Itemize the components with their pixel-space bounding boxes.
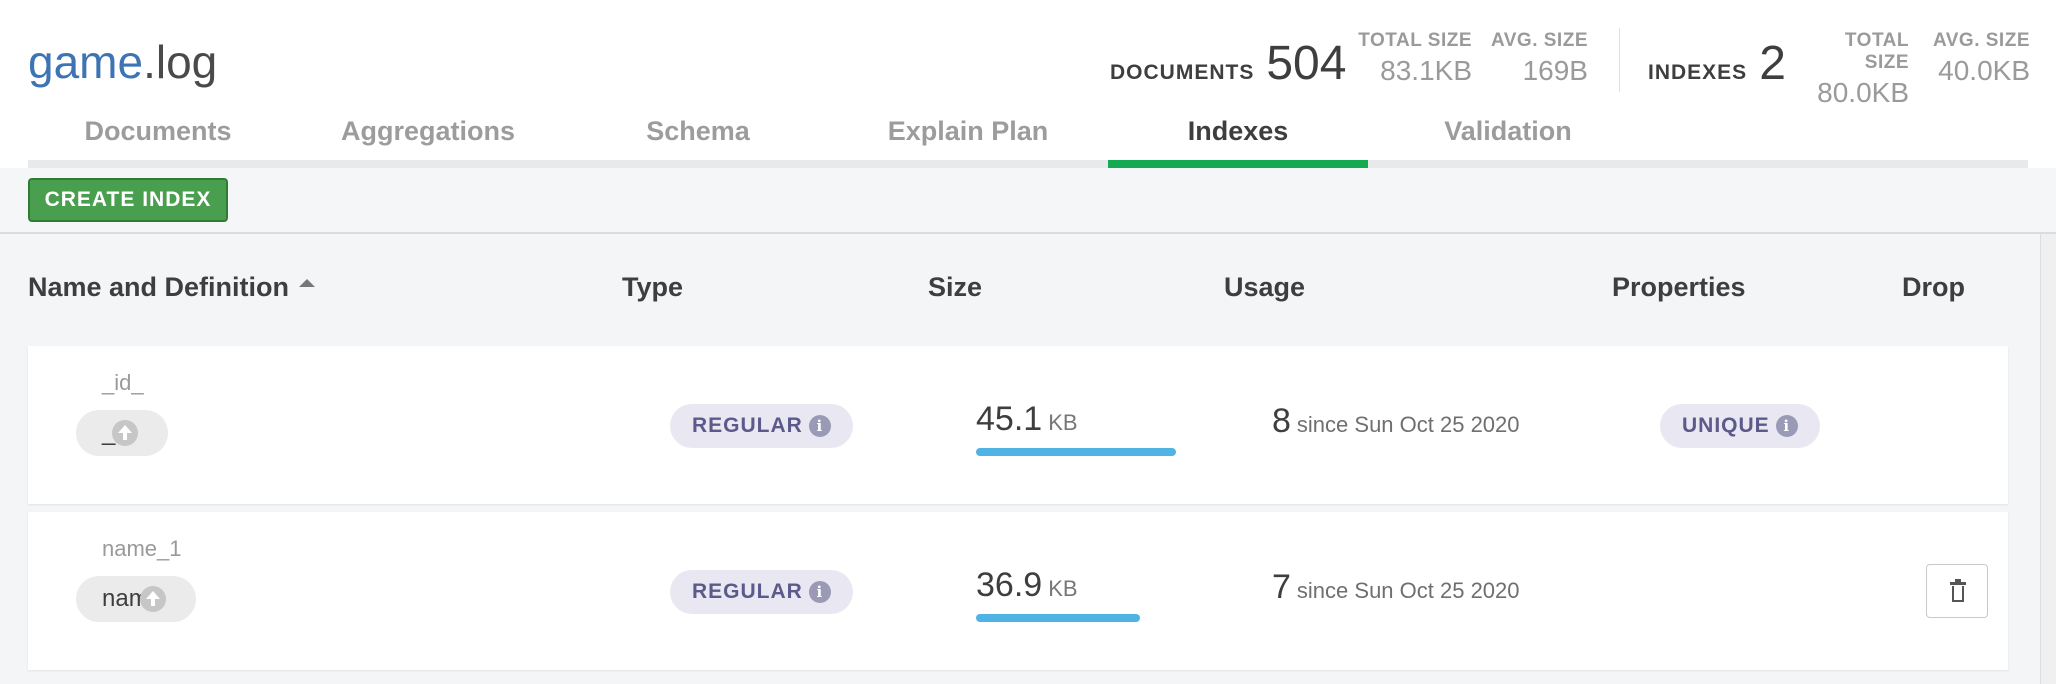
- tab-documents[interactable]: Documents: [28, 108, 288, 168]
- tab-aggregations[interactable]: Aggregations: [298, 108, 558, 168]
- index-usage-count: 8: [1272, 402, 1291, 440]
- database-name[interactable]: game: [28, 36, 143, 88]
- info-icon[interactable]: i: [808, 415, 831, 437]
- index-field-pill: name: [76, 576, 197, 622]
- index-usage-since: since Sun Oct 25 2020: [1296, 578, 1520, 603]
- tab-explain-plan[interactable]: Explain Plan: [838, 108, 1098, 168]
- trash-icon-body: [1952, 586, 1964, 602]
- documents-total-size: TOTAL SIZE 83.1KB: [1356, 30, 1472, 88]
- indexes-stat: INDEXES 2: [1648, 36, 1786, 92]
- indexes-total-size-label: TOTAL SIZE: [1844, 30, 1909, 73]
- index-property-badge[interactable]: UNIQUE i: [1660, 404, 1820, 448]
- documents-avg-size: AVG. SIZE 169B: [1488, 30, 1588, 88]
- documents-avg-size-value: 169B: [1522, 55, 1588, 86]
- index-field-pill: _id: [76, 410, 169, 456]
- index-type-label: REGULAR: [692, 414, 803, 437]
- index-property-label: UNIQUE: [1682, 414, 1770, 437]
- tab-indexes[interactable]: Indexes: [1108, 108, 1368, 168]
- column-header-properties[interactable]: Properties: [1612, 272, 1746, 303]
- tab-validation[interactable]: Validation: [1378, 108, 1638, 168]
- documents-count: 504: [1266, 37, 1347, 90]
- table-row: name_1 name REGULAR i 36.9 KB 7 since Sun …: [28, 512, 2008, 670]
- info-icon[interactable]: i: [1775, 415, 1798, 437]
- documents-label: DOCUMENTS: [1110, 61, 1255, 84]
- trash-icon: [1950, 579, 1966, 585]
- column-header-size[interactable]: Size: [928, 272, 982, 303]
- index-size-value: 45.1: [976, 400, 1043, 438]
- info-icon[interactable]: i: [808, 581, 831, 603]
- index-usage-count: 7: [1272, 568, 1291, 606]
- index-size-bar-track: [976, 448, 1176, 456]
- index-name: _id_: [102, 370, 144, 395]
- indexes-label: INDEXES: [1648, 61, 1748, 84]
- indexes-avg-size-value: 40.0KB: [1938, 55, 2030, 86]
- index-type-badge[interactable]: REGULAR i: [670, 570, 853, 614]
- table-row: _id_ _id REGULAR i 45.1KB 8since Sun Oct…: [28, 346, 2008, 504]
- index-size: 36.9 KB: [976, 566, 1078, 605]
- indexes-toolbar: CREATE INDEX: [0, 168, 2056, 234]
- sort-ascending-icon: [299, 278, 316, 287]
- tab-bar: Documents Aggregations Schema Explain Pl…: [28, 108, 2028, 168]
- active-tab-indicator: [1108, 160, 1368, 168]
- documents-stat: DOCUMENTS 504: [1110, 36, 1346, 92]
- index-type-badge[interactable]: REGULAR i: [670, 404, 853, 448]
- documents-total-size-value: 83.1KB: [1380, 55, 1472, 86]
- stats-divider: [1619, 28, 1620, 92]
- index-usage: 8 since Sun Oct 25 2020: [1272, 402, 1520, 441]
- indexes-avg-size: AVG. SIZE 40.0KB: [1926, 30, 2030, 88]
- indexes-avg-size-label: AVG. SIZE: [1932, 30, 2030, 51]
- index-type-label: REGULAR: [692, 580, 803, 603]
- index-size-bar: [976, 614, 1140, 622]
- column-header-drop: Drop: [1902, 272, 1965, 302]
- index-size-unit: KB: [1048, 410, 1078, 435]
- indexes-count: 2: [1759, 37, 1786, 90]
- indexes-total-size: TOTAL SIZE 80.0KB: [1797, 30, 1909, 110]
- column-header-usage[interactable]: Usage: [1224, 272, 1305, 303]
- collection-header: game.log DOCUMENTS 504 TOTAL SIZE 83.1KB…: [0, 0, 2056, 168]
- tab-track: [28, 160, 2028, 168]
- index-name: name_1: [102, 536, 182, 561]
- namespace-title: game.log: [28, 36, 217, 88]
- index-size-unit: KB: [1048, 576, 1078, 601]
- tab-schema[interactable]: Schema: [568, 108, 828, 168]
- create-index-button[interactable]: CREATE INDEX: [28, 178, 228, 222]
- index-size-bar: [976, 448, 1176, 456]
- vertical-scrollbar[interactable]: [2040, 234, 2056, 684]
- index-usage: 7 since Sun Oct 25 2020: [1272, 568, 1520, 607]
- indexes-total-size-value: 80.0KB: [1817, 77, 1909, 108]
- column-header-type[interactable]: Type: [622, 272, 683, 303]
- app-root: game.log DOCUMENTS 504 TOTAL SIZE 83.1KB…: [0, 0, 2056, 684]
- documents-avg-size-label: AVG. SIZE: [1490, 30, 1588, 51]
- arrow-up-circle-icon: [112, 420, 139, 446]
- arrow-up-circle-icon: [140, 586, 167, 612]
- column-header-name[interactable]: Name and Definition: [28, 272, 316, 303]
- column-header-name-label: Name and Definition: [28, 272, 290, 302]
- drop-index-button[interactable]: [1926, 564, 1988, 618]
- index-size: 45.1 KB: [976, 400, 1078, 439]
- index-size-bar-track: [976, 614, 1176, 622]
- index-usage-since: since Sun Oct 25 2020: [1296, 412, 1520, 437]
- documents-total-size-label: TOTAL SIZE: [1358, 30, 1472, 51]
- collection-name: .log: [143, 36, 218, 88]
- index-size-value: 36.9: [976, 566, 1043, 604]
